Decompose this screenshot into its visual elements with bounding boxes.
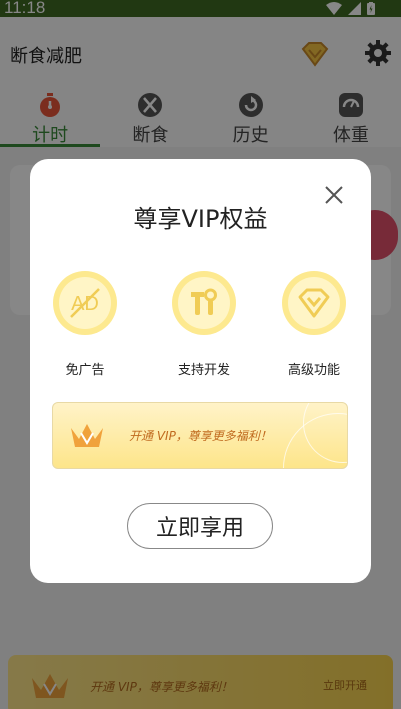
vip-dialog: 尊享VIP权益 AD 免广告 支持开发 bbox=[30, 159, 371, 583]
feature-no-ads: AD 免广告 bbox=[35, 271, 135, 378]
feature-advanced: 高级功能 bbox=[264, 271, 364, 378]
crown-icon bbox=[71, 424, 103, 447]
vip-promo-banner[interactable]: 开通 VIP，尊享更多福利！ bbox=[52, 402, 348, 469]
tools-icon bbox=[191, 288, 217, 315]
feature-label: 支持开发 bbox=[177, 363, 230, 378]
dialog-title: 尊享VIP权益 bbox=[133, 205, 268, 233]
no-ads-icon: AD bbox=[70, 288, 100, 318]
feature-support-dev: 支持开发 bbox=[154, 271, 254, 378]
use-now-button[interactable]: 立即享用 bbox=[127, 503, 273, 549]
feature-label: 免广告 bbox=[65, 363, 105, 378]
promo-text: 开通 VIP，尊享更多福利！ bbox=[129, 429, 272, 443]
diamond-icon bbox=[298, 288, 330, 318]
close-icon[interactable] bbox=[324, 185, 344, 205]
feature-label: 高级功能 bbox=[287, 363, 340, 378]
